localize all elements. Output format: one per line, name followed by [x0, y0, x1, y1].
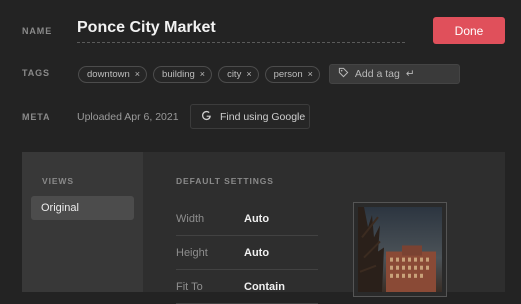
- setting-name: Fit To: [176, 280, 203, 293]
- name-label: NAME: [22, 26, 53, 36]
- tag-chip-building[interactable]: building ×: [153, 65, 213, 83]
- close-icon[interactable]: ×: [200, 69, 205, 79]
- setting-name: Height: [176, 246, 208, 259]
- add-tag-placeholder: Add a tag: [354, 68, 400, 80]
- views-label: VIEWS: [42, 176, 74, 186]
- google-button-label: Find using Google: [220, 110, 306, 123]
- view-item-original[interactable]: Original: [31, 196, 134, 220]
- setting-row-fit: Fit To Contain: [176, 270, 318, 304]
- find-using-google-button[interactable]: Find using Google: [190, 104, 310, 129]
- meta-label: META: [22, 112, 51, 122]
- tag-chip-city[interactable]: city ×: [218, 65, 259, 83]
- preview-image: [358, 207, 442, 292]
- tag-chip-label: downtown: [87, 68, 130, 80]
- tag-chip-person[interactable]: person ×: [264, 65, 320, 83]
- default-settings-label: DEFAULT SETTINGS: [176, 176, 274, 186]
- tag-icon: [338, 67, 349, 81]
- image-preview: [353, 202, 447, 297]
- tag-chip-label: person: [273, 68, 303, 80]
- add-tag-input[interactable]: Add a tag ↵: [328, 64, 460, 84]
- close-icon[interactable]: ×: [308, 69, 313, 79]
- page-title[interactable]: Ponce City Market: [77, 17, 405, 39]
- setting-value[interactable]: Contain: [244, 281, 285, 293]
- setting-name: Width: [176, 212, 205, 225]
- title-field[interactable]: Ponce City Market: [77, 17, 405, 43]
- setting-value[interactable]: Auto: [244, 247, 269, 259]
- close-icon[interactable]: ×: [246, 69, 251, 79]
- tag-chip-label: city: [227, 68, 242, 80]
- setting-row-height: Height Auto: [176, 236, 318, 270]
- views-sidebar: VIEWS Original: [22, 152, 143, 292]
- setting-row-width: Width Auto: [176, 202, 318, 236]
- close-icon[interactable]: ×: [135, 69, 140, 79]
- setting-value[interactable]: Auto: [244, 213, 269, 225]
- tag-chip-label: building: [162, 68, 195, 80]
- tag-list: downtown × building × city × person × Ad…: [78, 64, 460, 84]
- enter-icon: ↵: [405, 68, 415, 80]
- done-button[interactable]: Done: [433, 17, 505, 44]
- upload-date: Uploaded Apr 6, 2021: [77, 111, 179, 123]
- tag-chip-downtown[interactable]: downtown ×: [78, 65, 148, 83]
- views-panel: VIEWS Original DEFAULT SETTINGS Width Au…: [22, 152, 505, 304]
- google-icon: [201, 110, 212, 124]
- tags-label: TAGS: [22, 68, 50, 78]
